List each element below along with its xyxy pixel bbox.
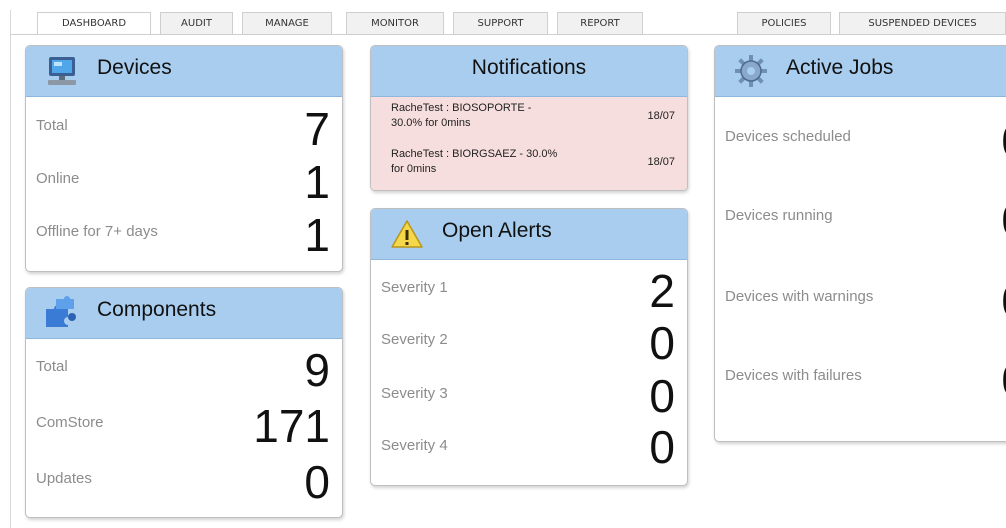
- notification-item[interactable]: RacheTest : BIORGSAEZ - 30.0% for 0mins …: [391, 147, 681, 179]
- components-comstore-label: ComStore: [36, 414, 104, 431]
- tab-dashboard[interactable]: DASHBOARD: [37, 12, 151, 34]
- devices-online-label: Online: [36, 170, 80, 187]
- alerts-title: Open Alerts: [442, 219, 552, 242]
- jobs-running-value: 0: [1001, 197, 1006, 243]
- tab-manage[interactable]: MANAGE: [242, 12, 332, 34]
- notifications-title: Notifications: [471, 56, 587, 79]
- main-nav: DASHBOARD AUDIT MANAGE MONITOR SUPPORT R…: [0, 0, 1006, 40]
- nav-divider: [11, 34, 1006, 35]
- notifications-panel-header: Notifications: [371, 46, 687, 97]
- warning-icon: [391, 220, 423, 248]
- tab-audit[interactable]: AUDIT: [160, 12, 233, 34]
- severity-3-label: Severity 3: [381, 385, 448, 402]
- devices-total-label: Total: [36, 117, 68, 134]
- active-jobs-panel: Active Jobs Devices scheduled 0 Devices …: [714, 45, 1006, 442]
- devices-offline-value: 1: [304, 209, 330, 261]
- notifications-list: RacheTest : BIOSOPORTE - 30.0% for 0mins…: [371, 97, 687, 190]
- alerts-panel-header: Open Alerts: [371, 209, 687, 260]
- jobs-panel-header: Active Jobs: [715, 46, 1006, 97]
- devices-panel-header: Devices: [26, 46, 342, 97]
- jobs-running-label: Devices running: [725, 207, 833, 224]
- severity-2-label: Severity 2: [381, 331, 448, 348]
- jobs-failures-label: Devices with failures: [725, 367, 862, 384]
- tab-report[interactable]: REPORT: [557, 12, 643, 34]
- open-alerts-panel: Open Alerts Severity 1 2 Severity 2 0 Se…: [370, 208, 688, 486]
- notification-date: 18/07: [647, 156, 675, 168]
- components-title: Components: [97, 298, 217, 321]
- devices-offline-label: Offline for 7+ days: [36, 223, 158, 240]
- puzzle-icon: [46, 296, 76, 327]
- jobs-scheduled-label: Devices scheduled: [725, 128, 851, 145]
- components-total-label: Total: [36, 358, 68, 375]
- tab-policies[interactable]: POLICIES: [737, 12, 831, 34]
- tab-monitor[interactable]: MONITOR: [346, 12, 444, 34]
- devices-online-value: 1: [304, 156, 330, 208]
- tab-support[interactable]: SUPPORT: [453, 12, 548, 34]
- devices-title: Devices: [97, 56, 172, 79]
- notification-message: RacheTest : BIOSOPORTE - 30.0% for 0mins: [391, 102, 532, 129]
- jobs-warnings-value: 0: [1001, 278, 1006, 324]
- gear-icon: [735, 55, 767, 87]
- tab-suspended-devices[interactable]: SUSPENDED DEVICES: [839, 12, 1006, 34]
- components-updates-label: Updates: [36, 470, 92, 487]
- devices-total-value: 7: [304, 103, 330, 155]
- page-frame: [10, 10, 11, 528]
- severity-1-value: 2: [649, 265, 675, 317]
- notification-message: RacheTest : BIORGSAEZ - 30.0% for 0mins: [391, 148, 558, 175]
- components-comstore-value: 171: [253, 400, 330, 452]
- jobs-warnings-label: Devices with warnings: [725, 288, 874, 305]
- severity-2-value: 0: [649, 317, 675, 369]
- notifications-panel: Notifications RacheTest : BIOSOPORTE - 3…: [370, 45, 688, 191]
- jobs-scheduled-value: 0: [1001, 118, 1006, 164]
- notification-item[interactable]: RacheTest : BIOSOPORTE - 30.0% for 0mins…: [391, 101, 681, 133]
- computer-icon: [48, 57, 76, 85]
- severity-1-label: Severity 1: [381, 279, 448, 296]
- jobs-title: Active Jobs: [786, 56, 894, 79]
- components-updates-value: 0: [304, 456, 330, 508]
- notification-date: 18/07: [647, 110, 675, 122]
- jobs-failures-value: 0: [1001, 357, 1006, 403]
- severity-4-label: Severity 4: [381, 437, 448, 454]
- severity-3-value: 0: [649, 370, 675, 422]
- components-panel: Components Total 9 ComStore 171 Updates …: [25, 287, 343, 518]
- components-panel-header: Components: [26, 288, 342, 339]
- devices-panel: Devices Total 7 Online 1 Offline for 7+ …: [25, 45, 343, 272]
- severity-4-value: 0: [649, 421, 675, 473]
- components-total-value: 9: [304, 344, 330, 396]
